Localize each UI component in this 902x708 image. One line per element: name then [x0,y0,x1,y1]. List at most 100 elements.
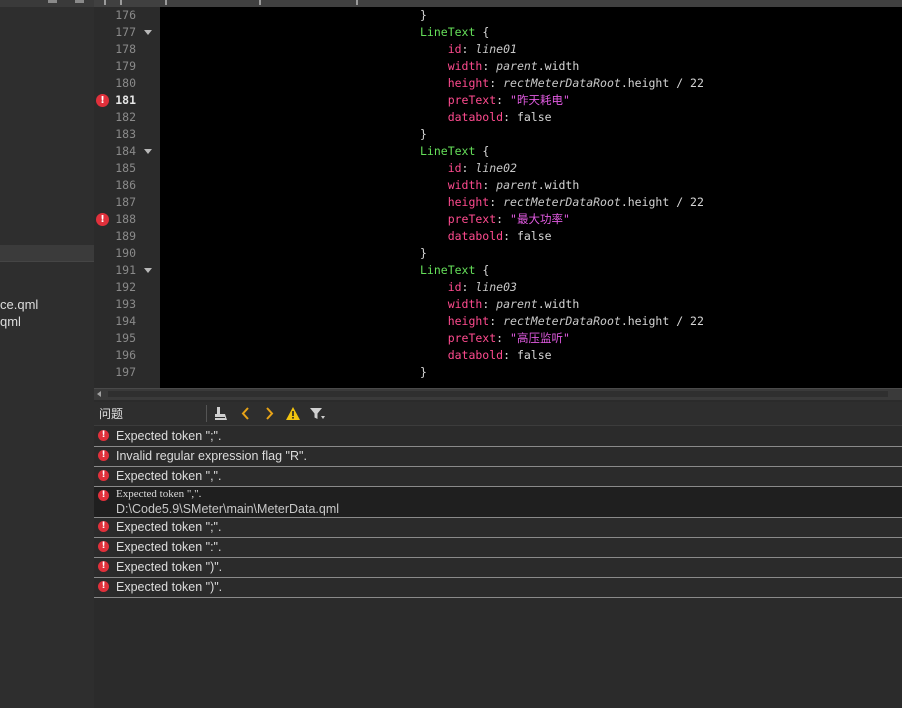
fold-arrow-icon[interactable] [144,268,152,273]
code-text[interactable]: databold: false [420,109,552,126]
code-text[interactable]: height: rectMeterDataRoot.height / 22 [420,75,704,92]
scroll-left-icon[interactable] [97,391,101,397]
code-token: : [461,161,476,175]
code-line[interactable]: 182 databold: false [94,109,902,126]
fold-arrow-icon[interactable] [144,149,152,154]
code-token: : [461,42,476,56]
error-icon: ! [98,561,109,572]
line-number: 187 [115,195,136,209]
line-number: 183 [115,127,136,141]
code-token: : [482,59,497,73]
horizontal-scrollbar[interactable] [94,388,902,400]
issue-file-path: D:\Code5.9\SMeter\main\MeterData.qml [116,502,340,516]
code-token: { [475,25,490,39]
issue-item[interactable]: ! Expected token ";". [94,518,902,538]
code-line[interactable]: 177 LineText { [94,24,902,41]
code-token: : [496,212,511,226]
issue-item[interactable]: ! Invalid regular expression flag "R". [94,447,902,467]
code-token: databold [420,110,504,124]
code-token: "高压监听" [510,331,570,345]
issue-message: Expected token ")". [116,580,223,594]
code-line[interactable]: 193 width: parent.width [94,296,902,313]
code-editor[interactable]: 176} 177 LineText {178 id: line01 179 width… [94,0,902,388]
tree-item-file[interactable]: qml [0,314,21,329]
code-text[interactable]: width: parent.width [420,58,580,75]
code-text[interactable]: } [420,364,427,381]
code-token: preText [420,331,497,345]
sidebar-tool-icon[interactable] [75,0,84,3]
code-text[interactable]: LineText { [420,143,489,160]
code-token: databold [420,348,504,362]
code-text[interactable]: preText: "最大功率" [420,211,570,228]
code-text[interactable]: databold: false [420,347,552,364]
code-line[interactable]: 176} [94,7,902,24]
error-marker-icon[interactable]: ! [96,94,109,107]
code-token: LineText [420,263,476,277]
code-text[interactable]: width: parent.width [420,296,580,313]
code-line[interactable]: 191 LineText { [94,262,902,279]
code-line[interactable]: 188! preText: "最大功率" [94,211,902,228]
issue-item[interactable]: ! Expected token ",". D:\Code5.9\SMeter\ma… [94,487,902,518]
code-text[interactable]: id: line01 [420,41,517,58]
code-line[interactable]: 185 id: line02 [94,160,902,177]
code-text[interactable]: id: line02 [420,160,517,177]
next-icon[interactable] [260,404,278,423]
code-line[interactable]: 179 width: parent.width [94,58,902,75]
code-line[interactable]: 184 LineText { [94,143,902,160]
code-line[interactable]: 196 databold: false [94,347,902,364]
code-token: preText [420,212,497,226]
line-number: 190 [115,246,136,260]
issue-item[interactable]: ! Expected token ")". [94,558,902,578]
code-text[interactable]: LineText { [420,262,489,279]
code-line[interactable]: 180 height: rectMeterDataRoot.height / 2… [94,75,902,92]
scrollbar-track[interactable] [108,391,888,397]
code-token: : [482,297,497,311]
clean-icon[interactable] [213,404,231,423]
issue-item[interactable]: ! Expected token ")". [94,578,902,598]
code-text[interactable]: } [420,245,427,262]
selected-tree-item[interactable] [0,245,94,261]
line-number: 184 [115,144,136,158]
code-text[interactable]: width: parent.width [420,177,580,194]
fold-arrow-icon[interactable] [144,30,152,35]
code-line[interactable]: 187 height: rectMeterDataRoot.height / 2… [94,194,902,211]
code-text[interactable]: height: rectMeterDataRoot.height / 22 [420,313,704,330]
code-line[interactable]: 189 databold: false [94,228,902,245]
code-line[interactable]: 195 preText: "高压监听" [94,330,902,347]
code-line[interactable]: 197} [94,364,902,381]
code-line[interactable]: 192 id: line03 [94,279,902,296]
code-token: height [420,314,490,328]
code-line[interactable]: 181! preText: "昨天耗电" [94,92,902,109]
code-line[interactable]: 190} [94,245,902,262]
code-token: } [420,246,427,260]
code-text[interactable]: } [420,126,427,143]
issue-item[interactable]: ! Expected token ":". [94,538,902,558]
code-line[interactable]: 186 width: parent.width [94,177,902,194]
code-line[interactable]: 183} [94,126,902,143]
filter-icon[interactable] [308,404,326,423]
sidebar-tool-icon[interactable] [48,0,57,3]
warning-icon[interactable] [284,404,302,423]
code-text[interactable]: } [420,7,427,24]
issues-list[interactable]: ! Expected token ";".! Invalid regular exp… [94,427,902,598]
code-line[interactable]: 194 height: rectMeterDataRoot.height / 2… [94,313,902,330]
code-token: : [489,195,504,209]
code-token: .width [537,178,580,192]
tree-item-file[interactable]: ce.qml [0,297,38,312]
code-token: width [420,297,483,311]
code-text[interactable]: id: line03 [420,279,517,296]
code-text[interactable]: LineText { [420,24,489,41]
code-text[interactable]: preText: "高压监听" [420,330,570,347]
previous-icon[interactable] [237,404,255,423]
issue-item[interactable]: ! Expected token ",". [94,467,902,487]
issue-message: Expected token ",". [116,469,222,483]
issues-panel-title: 问题 [99,407,124,421]
issue-message: Expected token ";". [116,520,222,534]
issue-item[interactable]: ! Expected token ";". [94,427,902,447]
code-text[interactable]: preText: "昨天耗电" [420,92,570,109]
error-marker-icon[interactable]: ! [96,213,109,226]
code-token: rectMeterDataRoot [503,314,621,328]
code-text[interactable]: height: rectMeterDataRoot.height / 22 [420,194,704,211]
code-line[interactable]: 178 id: line01 [94,41,902,58]
code-text[interactable]: databold: false [420,228,552,245]
